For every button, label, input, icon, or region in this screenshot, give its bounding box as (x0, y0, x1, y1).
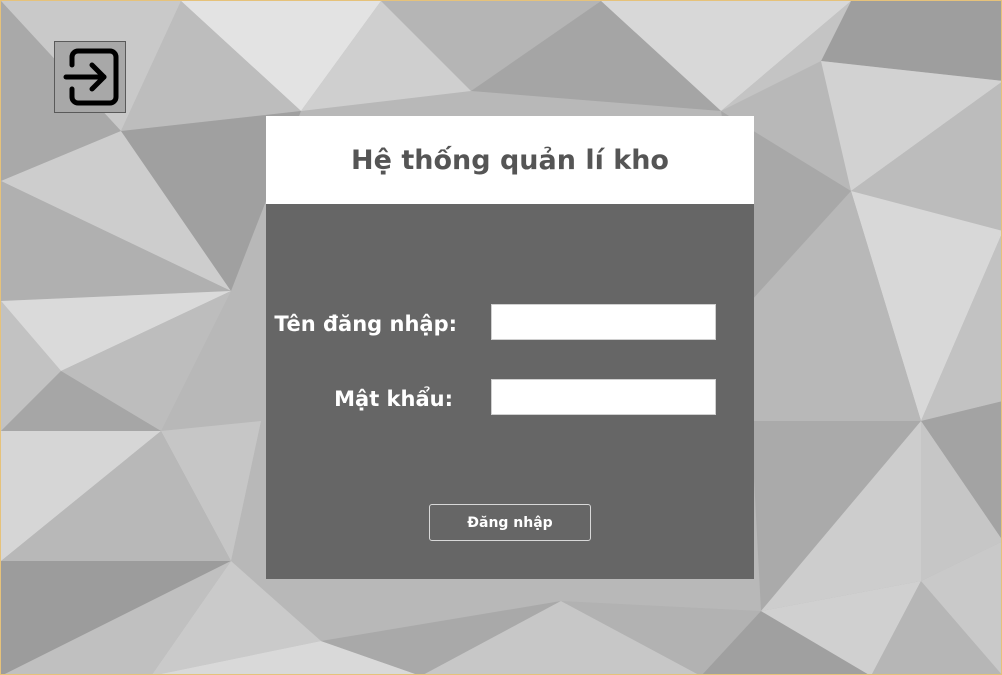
login-panel-header: Hệ thống quản lí kho (266, 116, 754, 204)
username-input[interactable] (491, 304, 716, 340)
app-title: Hệ thống quản lí kho (351, 144, 669, 176)
password-input[interactable] (491, 379, 716, 415)
login-button[interactable]: Đăng nhập (429, 504, 591, 541)
password-label: Mật khẩu: (334, 387, 453, 411)
exit-button[interactable] (54, 41, 126, 113)
exit-arrow-icon (63, 48, 119, 106)
login-window: Hệ thống quản lí kho Tên đăng nhập: Mật … (0, 0, 1002, 675)
login-form: Tên đăng nhập: Mật khẩu: Đăng nhập (266, 204, 754, 579)
username-label: Tên đăng nhập: (274, 312, 457, 336)
